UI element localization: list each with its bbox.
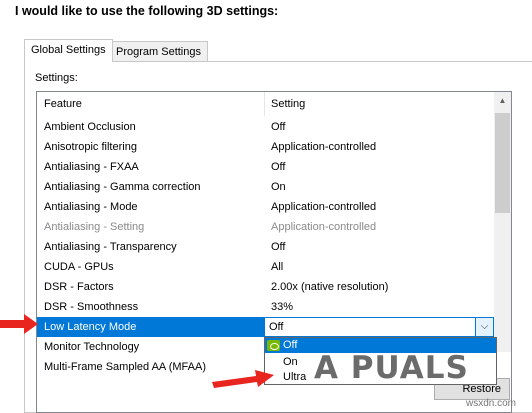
setting-cell: All bbox=[271, 261, 284, 273]
feature-cell: Antialiasing - Mode bbox=[44, 201, 138, 213]
setting-cell: Off bbox=[271, 161, 286, 173]
feature-cell: Ambient Occlusion bbox=[44, 121, 136, 133]
setting-cell: Off bbox=[271, 241, 286, 253]
feature-cell: Multi-Frame Sampled AA (MFAA) bbox=[44, 361, 206, 373]
column-divider[interactable] bbox=[264, 92, 265, 116]
dropdown-option-label: On bbox=[283, 356, 298, 368]
chevron-down-icon[interactable]: ⌵ bbox=[475, 318, 493, 336]
feature-cell: Anisotropic filtering bbox=[44, 141, 137, 153]
table-row[interactable]: Ambient Occlusion Off bbox=[37, 117, 493, 137]
annotation-arrow-ultra bbox=[212, 370, 274, 388]
combobox-value: Off bbox=[269, 321, 284, 333]
tab-program-settings[interactable]: Program Settings bbox=[109, 41, 208, 62]
table-row[interactable]: DSR - Factors 2.00x (native resolution) bbox=[37, 277, 493, 297]
feature-cell: DSR - Smoothness bbox=[44, 301, 139, 313]
feature-cell: Antialiasing - FXAA bbox=[44, 161, 139, 173]
setting-cell: Off bbox=[271, 121, 286, 133]
table-row[interactable]: Antialiasing - Mode Application-controlle… bbox=[37, 197, 493, 217]
feature-cell: Antialiasing - Gamma correction bbox=[44, 181, 201, 193]
section-heading: I would like to use the following 3D set… bbox=[15, 4, 279, 18]
setting-cell: 2.00x (native resolution) bbox=[271, 281, 389, 293]
table-row[interactable]: CUDA - GPUs All bbox=[37, 257, 493, 277]
scroll-up-icon[interactable]: ▲ bbox=[494, 92, 511, 109]
setting-cell: 33% bbox=[271, 301, 294, 313]
tab-global-settings[interactable]: Global Settings bbox=[24, 39, 113, 62]
dropdown-option-label: Ultra bbox=[283, 371, 307, 383]
table-row[interactable]: Anisotropic filtering Application-control… bbox=[37, 137, 493, 157]
vertical-scrollbar[interactable]: ▲ bbox=[494, 92, 511, 352]
appuals-watermark: A PUALS bbox=[314, 350, 469, 386]
scrollbar-thumb[interactable] bbox=[495, 113, 510, 213]
table-row[interactable]: DSR - Smoothness 33% bbox=[37, 297, 493, 317]
column-header-feature[interactable]: Feature bbox=[44, 92, 82, 116]
column-header-setting[interactable]: Setting bbox=[271, 92, 305, 116]
feature-cell: Monitor Technology bbox=[44, 341, 140, 353]
setting-cell: Application-controlled bbox=[271, 141, 377, 153]
low-latency-mode-combobox[interactable]: Off ⌵ bbox=[264, 317, 494, 337]
setting-cell: On bbox=[271, 181, 286, 193]
feature-cell: Low Latency Mode bbox=[44, 321, 137, 333]
annotation-arrow-left bbox=[0, 314, 38, 334]
site-watermark: wsxdn.com bbox=[466, 398, 517, 409]
nvidia-icon bbox=[267, 340, 280, 351]
setting-cell: Application-controlled bbox=[271, 201, 377, 213]
feature-cell: DSR - Factors bbox=[44, 281, 114, 293]
dropdown-option-label: Off bbox=[283, 339, 298, 351]
table-row[interactable]: Antialiasing - Setting Application-contro… bbox=[37, 217, 493, 237]
table-row[interactable]: Antialiasing - Transparency Off bbox=[37, 237, 493, 257]
table-row[interactable]: Antialiasing - FXAA Off bbox=[37, 157, 493, 177]
setting-cell: Application-controlled bbox=[271, 221, 377, 233]
feature-cell: CUDA - GPUs bbox=[44, 261, 114, 273]
table-row[interactable]: Antialiasing - Gamma correction On bbox=[37, 177, 493, 197]
settings-label: Settings: bbox=[35, 72, 78, 84]
feature-cell: Antialiasing - Transparency bbox=[44, 241, 177, 253]
feature-cell: Antialiasing - Setting bbox=[44, 221, 145, 233]
